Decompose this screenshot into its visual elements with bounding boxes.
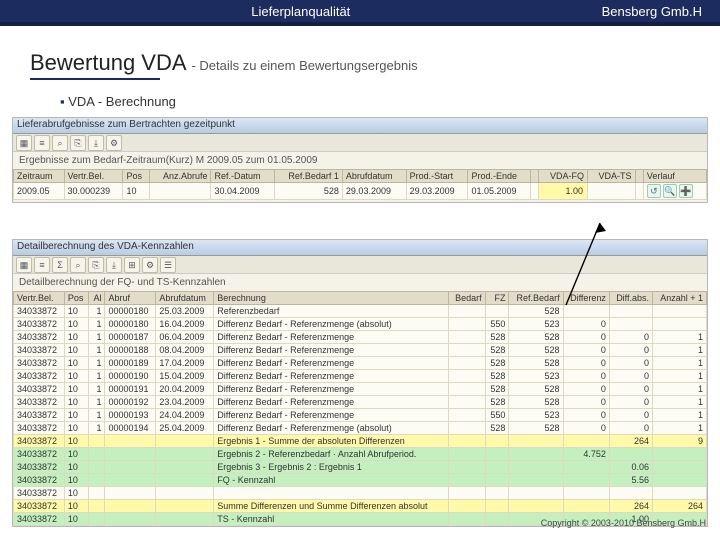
row-action-icon[interactable]: ↺ — [647, 184, 661, 198]
header-title: Lieferplanqualität — [0, 4, 602, 19]
row-action-icon[interactable]: ➕ — [679, 184, 693, 198]
slide-title: Bewertung VDA - Details zu einem Bewertu… — [30, 50, 720, 80]
toolbar-button[interactable]: ≡ — [34, 135, 50, 151]
toolbar-button[interactable]: ⌕ — [52, 135, 68, 151]
header-bar: Lieferplanqualität Bensberg Gmb.H — [0, 0, 720, 26]
toolbar-button[interactable]: ⌕ — [70, 257, 86, 273]
window-caption: Ergebnisse zum Bedarf-Zeitraum(Kurz) M 2… — [13, 152, 707, 169]
row-action-icon[interactable]: 🔍 — [663, 184, 677, 198]
bullet-text: VDA - Berechnung — [60, 94, 720, 109]
toolbar-button[interactable]: ☰ — [160, 257, 176, 273]
callout-arrow — [560, 215, 650, 315]
toolbar-button[interactable]: ▦ — [16, 257, 32, 273]
toolbar-button[interactable]: ⤓ — [88, 135, 104, 151]
toolbar-button[interactable]: ⤓ — [106, 257, 122, 273]
toolbar: ▦ ≡ ⌕ ⎘ ⤓ ⚙ — [13, 134, 707, 152]
footer-copyright: Copyright © 2003-2010 Bensberg Gmb.H — [541, 518, 706, 528]
toolbar-button[interactable]: ▦ — [16, 135, 32, 151]
sap-window-summary: Lieferabrufgebnisse zum Bertrachten geze… — [12, 117, 708, 203]
toolbar-button[interactable]: Σ — [52, 257, 68, 273]
summary-table: ZeitraumVertr.Bel.PosAnz.AbrufeRef.-Datu… — [13, 169, 707, 200]
toolbar-button[interactable]: ⚙ — [106, 135, 122, 151]
toolbar-button[interactable]: ⊞ — [124, 257, 140, 273]
toolbar-button[interactable]: ⎘ — [70, 135, 86, 151]
toolbar-button[interactable]: ⚙ — [142, 257, 158, 273]
window-titlebar: Lieferabrufgebnisse zum Bertrachten geze… — [13, 118, 707, 134]
toolbar-button[interactable]: ⎘ — [88, 257, 104, 273]
detail-table: Vertr.Bel.PosAlAbrufAbrufdatumBerechnung… — [13, 291, 707, 526]
toolbar-button[interactable]: ≡ — [34, 257, 50, 273]
header-company: Bensberg Gmb.H — [602, 4, 720, 19]
title-main: Bewertung VDA — [30, 50, 191, 75]
title-underline — [30, 78, 160, 80]
title-sub: - Details zu einem Bewertungsergebnis — [191, 58, 417, 73]
